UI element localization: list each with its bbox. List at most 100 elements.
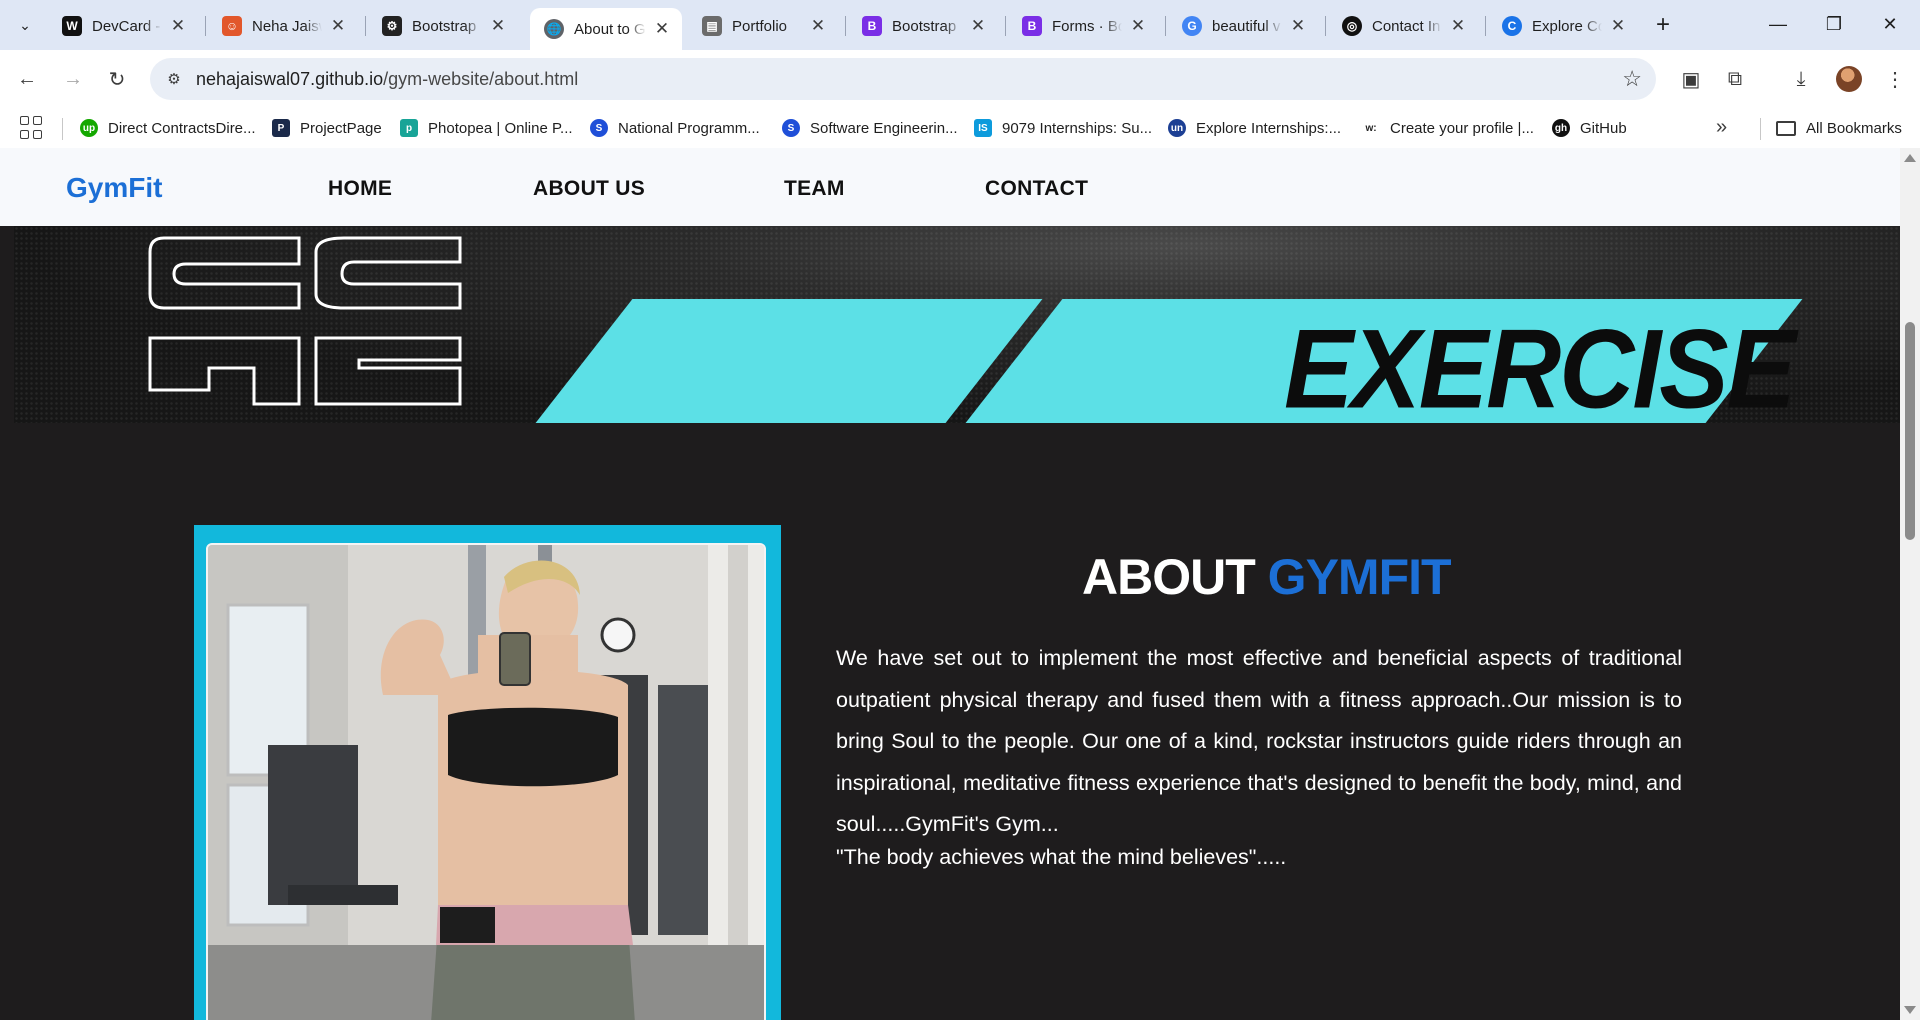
hero-banner-image: EXERCISE — [14, 226, 1900, 423]
url-path: /gym-website/about.html — [383, 69, 579, 89]
bootstrap-b-favicon-icon: B — [1022, 16, 1042, 36]
tab-label: About to G — [574, 20, 646, 38]
bookmark-internships[interactable]: IS 9079 Internships: Su... — [974, 114, 1152, 142]
tab-neha-jaiswal[interactable]: ☺ Neha Jaisw ✕ — [208, 8, 358, 44]
nav-home-link[interactable]: HOME — [328, 177, 392, 201]
scroll-thumb[interactable] — [1905, 322, 1915, 540]
scroll-down-arrow-icon[interactable] — [1904, 1006, 1916, 1014]
tab-label: Contact In — [1372, 17, 1441, 35]
close-icon[interactable]: ✕ — [168, 16, 188, 36]
tab-contact[interactable]: ◎ Contact In ✕ — [1328, 8, 1478, 44]
gym-selfie-photo — [206, 543, 766, 1020]
reading-list-icon[interactable]: ▣ — [1676, 64, 1706, 94]
bookmark-label: Explore Internships:... — [1196, 119, 1342, 137]
bookmark-direct-contracts[interactable]: up Direct ContractsDire... — [80, 114, 256, 142]
tab-bootstrap-2[interactable]: B Bootstrap ✕ — [848, 8, 998, 44]
site-info-icon[interactable]: ⚙ — [162, 67, 186, 91]
about-heading-prefix: ABOUT — [1082, 549, 1256, 605]
bookmark-explore-internships[interactable]: un Explore Internships:... — [1168, 114, 1341, 142]
bookmark-label: ProjectPage — [300, 119, 382, 137]
tab-explore[interactable]: C Explore Co ✕ — [1488, 8, 1638, 44]
minimize-icon[interactable]: — — [1750, 0, 1806, 48]
all-bookmarks-button[interactable]: All Bookmarks — [1776, 114, 1902, 142]
google-favicon-icon: G — [1182, 16, 1202, 36]
bookmark-photopea[interactable]: p Photopea | Online P... — [400, 114, 573, 142]
about-photo-frame — [194, 525, 781, 1020]
bookmark-create-profile[interactable]: w: Create your profile |... — [1362, 114, 1534, 142]
tab-google-search[interactable]: G beautiful v ✕ — [1168, 8, 1318, 44]
nav-contact-link[interactable]: CONTACT — [985, 177, 1088, 201]
address-bar[interactable]: ⚙ nehajaiswal07.github.io/gym-website/ab… — [150, 58, 1656, 100]
bookmark-label: Direct ContractsDire... — [108, 119, 256, 137]
nav-about-link[interactable]: ABOUT US — [533, 177, 645, 201]
close-icon[interactable]: ✕ — [1608, 16, 1628, 36]
github-icon: gh — [1552, 119, 1570, 137]
bookmark-github[interactable]: gh GitHub — [1552, 114, 1627, 142]
tab-label: DevCard - — [92, 17, 161, 35]
close-icon[interactable]: ✕ — [968, 16, 988, 36]
extensions-icon[interactable]: ⧉ — [1720, 64, 1750, 94]
folder-icon — [1776, 120, 1796, 136]
unstop-icon: un — [1168, 119, 1186, 137]
tab-devcard[interactable]: W DevCard - ✕ — [48, 8, 198, 44]
close-icon[interactable]: ✕ — [488, 16, 508, 36]
close-icon[interactable]: ✕ — [1128, 16, 1148, 36]
close-icon[interactable]: ✕ — [1288, 16, 1308, 36]
tab-search-chevron-icon[interactable]: ⌄ — [8, 9, 42, 41]
nav-team-link[interactable]: TEAM — [784, 177, 845, 201]
about-heading-accent: GYMFIT — [1267, 549, 1452, 605]
scroll-up-arrow-icon[interactable] — [1904, 154, 1916, 162]
bookmark-national-programme[interactable]: S National Programm... — [590, 114, 760, 142]
bookmark-software-engineering[interactable]: S Software Engineerin... — [782, 114, 958, 142]
tab-label: Bootstrap — [412, 17, 477, 35]
tab-forms-bootstrap[interactable]: B Forms · Bo ✕ — [1008, 8, 1158, 44]
bookmark-label: 9079 Internships: Su... — [1002, 119, 1153, 137]
new-tab-button[interactable]: + — [1648, 10, 1678, 40]
download-icon[interactable]: ⤓ — [1786, 64, 1816, 94]
bookmark-label: Photopea | Online P... — [428, 119, 573, 137]
more-bookmarks-icon[interactable]: » — [1716, 116, 1727, 139]
bookmark-label: Software Engineerin... — [810, 119, 958, 137]
tab-portfolio[interactable]: ▤ Portfolio ✕ — [688, 8, 838, 44]
browser-toolbar: ← → ↻ ⚙ nehajaiswal07.github.io/gym-webs… — [0, 50, 1920, 108]
bookmark-projectpage[interactable]: P ProjectPage — [272, 114, 382, 142]
upwork-icon: up — [80, 119, 98, 137]
wellfound-icon: w: — [1362, 119, 1380, 137]
bookmark-star-icon[interactable]: ☆ — [1622, 66, 1642, 92]
tab-label: Portfolio — [732, 17, 788, 35]
close-icon[interactable]: ✕ — [808, 16, 828, 36]
about-heading: ABOUT GYMFIT — [1082, 548, 1452, 606]
tab-label: Neha Jaisw — [252, 17, 322, 35]
tab-label: Bootstrap — [892, 17, 957, 35]
site-brand-link[interactable]: GymFit — [66, 172, 162, 204]
bookmarks-bar: up Direct ContractsDire... P ProjectPage… — [0, 108, 1920, 148]
profile-avatar[interactable] — [1836, 66, 1862, 92]
close-icon[interactable]: ✕ — [1448, 16, 1468, 36]
page-viewport: GymFit HOME ABOUT US TEAM CONTACT EXERCI… — [0, 148, 1920, 1020]
neha-favicon-icon: ☺ — [222, 16, 242, 36]
tab-label: beautiful v — [1212, 17, 1281, 35]
tab-label: Explore Co — [1532, 17, 1602, 35]
projectpage-icon: P — [272, 119, 290, 137]
close-icon[interactable]: ✕ — [328, 16, 348, 36]
tab-strip: ⌄ W DevCard - ✕ ☺ Neha Jaisw ✕ ⚙ Bootstr… — [0, 0, 1920, 50]
back-button[interactable]: ← — [10, 62, 44, 96]
menu-kebab-icon[interactable]: ⋮ — [1880, 64, 1910, 94]
tab-bootstrap-1[interactable]: ⚙ Bootstrap ✕ — [368, 8, 518, 44]
url-host: nehajaiswal07.github.io — [196, 69, 384, 89]
internshala-icon: IS — [974, 119, 992, 137]
bookmark-label: National Programm... — [618, 119, 760, 137]
reload-button[interactable]: ↻ — [100, 62, 134, 96]
site-navbar: GymFit HOME ABOUT US TEAM CONTACT — [0, 148, 1900, 226]
page-scrollbar[interactable] — [1900, 148, 1920, 1020]
s-logo-icon: S — [782, 119, 800, 137]
url-text[interactable]: nehajaiswal07.github.io/gym-website/abou… — [196, 69, 578, 90]
restore-icon[interactable]: ❐ — [1806, 0, 1862, 48]
bootstrap-b-favicon-icon: B — [862, 16, 882, 36]
close-window-icon[interactable]: ✕ — [1862, 0, 1918, 48]
banner-exercise-word: EXERCISE — [1284, 307, 1796, 423]
forward-button[interactable]: → — [56, 62, 90, 96]
close-icon[interactable]: ✕ — [652, 19, 672, 39]
tab-about-active[interactable]: 🌐 About to G ✕ — [530, 8, 682, 50]
apps-grid-icon[interactable] — [20, 116, 44, 140]
